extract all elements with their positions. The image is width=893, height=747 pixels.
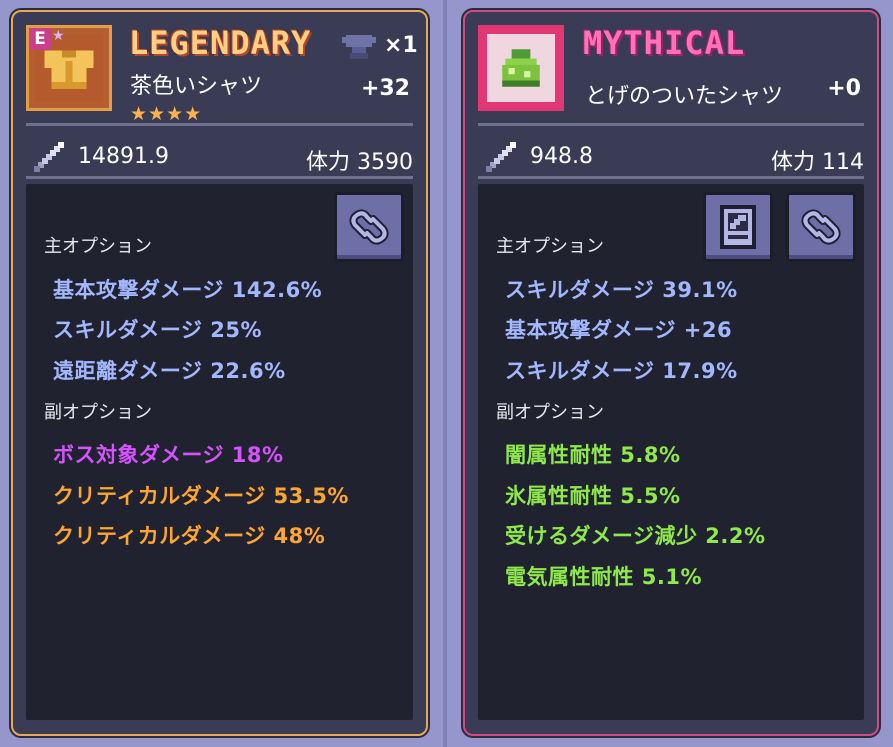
item-name: とげのついたシャツ xyxy=(585,84,784,109)
sub-options-label: 副オプション xyxy=(44,402,152,423)
sword-icon xyxy=(34,142,64,172)
main-option: 基本攻撃ダメージ 142.6% xyxy=(53,278,323,302)
enhance-level: +32 xyxy=(360,76,410,101)
hp-value: 3590 xyxy=(357,150,413,175)
attack-value: 14891.9 xyxy=(78,144,169,169)
main-options-label: 主オプション xyxy=(496,236,604,257)
separator xyxy=(478,176,864,179)
sub-option: 闇属性耐性 5.8% xyxy=(505,443,681,467)
sub-option: 受けるダメージ減少 2.2% xyxy=(505,524,766,548)
sub-option: 電気属性耐性 5.1% xyxy=(505,565,703,589)
separator xyxy=(478,123,864,126)
panel-divider xyxy=(443,0,447,747)
star-badge-icon: ★ xyxy=(52,28,65,44)
spiked-shirt-icon xyxy=(502,49,540,87)
chain-link-icon xyxy=(801,209,841,245)
hp-label: 体力 xyxy=(305,150,350,175)
item-name: 茶色いシャツ xyxy=(130,74,263,99)
item-info-button[interactable] xyxy=(703,192,773,262)
item-icon-frame[interactable] xyxy=(478,25,564,111)
main-option: スキルダメージ 17.9% xyxy=(505,359,738,383)
item-icon-frame[interactable]: E ★ xyxy=(26,25,112,111)
trophy-icon xyxy=(342,35,376,59)
sub-option: ボス対象ダメージ 18% xyxy=(53,443,284,467)
attack-value: 948.8 xyxy=(530,144,593,169)
separator xyxy=(26,123,413,126)
star-rating: ★★★★ xyxy=(130,103,203,125)
hp-value: 114 xyxy=(822,150,864,175)
compare-item-card: MYTHICAL とげのついたシャツ +0 948.8 体力 114 主オプショ… xyxy=(463,10,879,736)
hp-stat: 体力 3590 xyxy=(306,144,413,176)
main-option: スキルダメージ 39.1% xyxy=(505,278,738,302)
equipped-badge: E xyxy=(29,28,51,50)
link-button[interactable] xyxy=(334,192,404,262)
main-options-label: 主オプション xyxy=(44,236,152,257)
main-option: 遠距離ダメージ 22.6% xyxy=(53,359,286,383)
sub-option: クリティカルダメージ 48% xyxy=(53,524,326,548)
sub-option: クリティカルダメージ 53.5% xyxy=(53,484,349,508)
rarity-label: LEGENDARY xyxy=(129,24,312,62)
sword-icon xyxy=(486,142,516,172)
stat-row: 14891.9 体力 3590 xyxy=(26,142,413,175)
chain-link-icon xyxy=(349,209,389,245)
item-count: ×1 xyxy=(384,33,418,58)
equipment-info-icon xyxy=(720,205,756,249)
stat-row: 948.8 体力 114 xyxy=(478,142,864,175)
hp-stat: 体力 114 xyxy=(771,144,864,176)
sub-option: 氷属性耐性 5.5% xyxy=(505,484,681,508)
enhance-level: +0 xyxy=(827,76,861,101)
hp-label: 体力 xyxy=(770,150,815,175)
separator xyxy=(26,176,413,179)
rarity-label: MYTHICAL xyxy=(583,24,746,62)
link-button[interactable] xyxy=(786,192,856,262)
main-option: スキルダメージ 25% xyxy=(53,318,263,342)
main-option: 基本攻撃ダメージ +26 xyxy=(505,318,733,342)
equipped-item-card: E ★ LEGENDARY ×1 茶色いシャツ +32 ★★★★ 14891.9… xyxy=(11,10,428,736)
sub-options-label: 副オプション xyxy=(496,402,604,423)
